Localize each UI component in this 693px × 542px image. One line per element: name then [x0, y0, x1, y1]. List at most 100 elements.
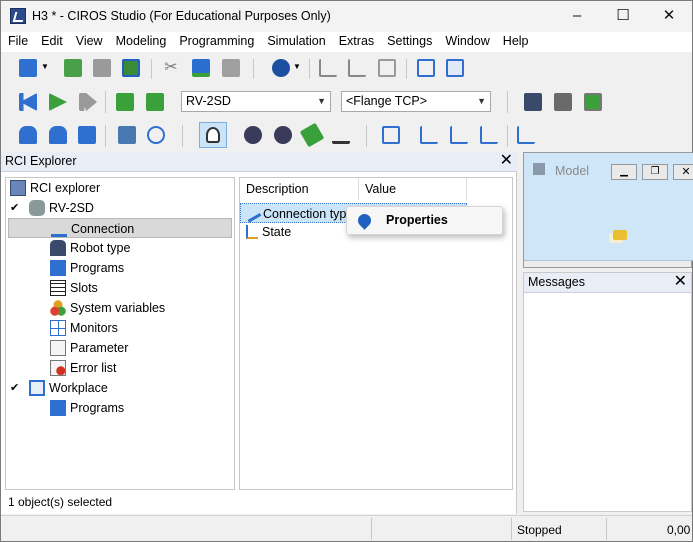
- messages-title: Messages: [528, 275, 585, 289]
- rci-tree: RCI explorer ✔ RV-2SD Connection Robot t…: [5, 177, 235, 490]
- tree-item-robot-type[interactable]: Robot type: [10, 238, 230, 258]
- close-button[interactable]: ✕: [646, 1, 692, 32]
- axis-3-icon[interactable]: [480, 126, 498, 144]
- menu-modeling[interactable]: Modeling: [109, 32, 173, 52]
- model-minimize-button[interactable]: ▁: [611, 164, 637, 180]
- rci-explorer-close-icon[interactable]: ✕: [500, 152, 513, 170]
- chevron-down-icon[interactable]: ✔: [10, 198, 19, 218]
- robot-select-value: RV-2SD: [186, 94, 231, 108]
- save-icon[interactable]: [93, 59, 111, 77]
- factory-icon[interactable]: [524, 93, 542, 111]
- parameter-icon: [50, 340, 66, 356]
- tree-item-monitors[interactable]: Monitors: [10, 318, 230, 338]
- menu-help[interactable]: Help: [496, 32, 535, 52]
- bug-icon[interactable]: [244, 126, 262, 144]
- monitors-icon: [50, 320, 66, 336]
- model-viewport: Model ▁ ❐ ✕: [524, 153, 693, 261]
- play-icon[interactable]: [49, 93, 67, 111]
- step-icon[interactable]: [79, 93, 97, 111]
- frame-icon[interactable]: [382, 126, 400, 144]
- axis-all-icon[interactable]: [517, 126, 535, 144]
- model-restore-button[interactable]: ❐: [642, 164, 668, 180]
- io-icon[interactable]: [332, 126, 350, 144]
- layout-icon[interactable]: [584, 93, 602, 111]
- diagnostics-icon[interactable]: [147, 126, 165, 144]
- model-icon: [533, 163, 545, 175]
- paste-icon[interactable]: [222, 59, 240, 77]
- robot-joint-icon[interactable]: [19, 126, 37, 144]
- remove-point-icon[interactable]: [146, 93, 164, 111]
- context-menu: Properties: [346, 206, 503, 235]
- messages-header: Messages ✕: [524, 273, 691, 293]
- cut-icon[interactable]: ✂: [162, 59, 180, 77]
- toolbar-separator: [507, 125, 508, 147]
- add-point-icon[interactable]: [116, 93, 134, 111]
- column-header-description[interactable]: Description: [240, 178, 359, 200]
- menu-item-properties[interactable]: Properties: [349, 209, 500, 232]
- axis-2-icon[interactable]: [450, 126, 468, 144]
- menu-simulation[interactable]: Simulation: [260, 32, 331, 52]
- tree-item-workplace-programs[interactable]: Programs: [10, 398, 230, 418]
- menu-view[interactable]: View: [69, 32, 109, 52]
- rci-explorer-title: RCI Explorer: [5, 154, 77, 168]
- rci-explorer-toggle[interactable]: [199, 122, 227, 148]
- toolbar-separator: [253, 59, 254, 79]
- menu-window[interactable]: Window: [438, 32, 495, 52]
- chevron-down-icon: ▼: [477, 96, 486, 106]
- tree-item-connection[interactable]: Connection: [8, 218, 232, 238]
- tree-item-programs[interactable]: Programs: [10, 258, 230, 278]
- status-separator: [511, 518, 512, 540]
- bug-step-icon[interactable]: [274, 126, 292, 144]
- plant-icon[interactable]: [554, 93, 572, 111]
- wrench-icon[interactable]: [299, 122, 325, 148]
- tcp-select[interactable]: <Flange TCP> ▼: [341, 91, 491, 112]
- tree-item-workplace[interactable]: ✔ Workplace: [10, 378, 230, 398]
- chart-icon[interactable]: [319, 59, 337, 77]
- robot-select[interactable]: RV-2SD ▼: [181, 91, 331, 112]
- model-close-button[interactable]: ✕: [673, 164, 693, 180]
- tree-item-robot[interactable]: ✔ RV-2SD: [10, 198, 230, 218]
- messages-close-icon[interactable]: ✕: [674, 273, 687, 291]
- maximize-button[interactable]: ☐: [600, 1, 646, 32]
- menu-extras[interactable]: Extras: [332, 32, 380, 52]
- connection-icon: [51, 221, 67, 237]
- tree-item-error-list[interactable]: Error list: [10, 358, 230, 378]
- open-icon[interactable]: [64, 59, 82, 77]
- operator-icon: [206, 127, 220, 143]
- tree-item-parameter[interactable]: Parameter: [10, 338, 230, 358]
- axis-1-icon[interactable]: [420, 126, 438, 144]
- globe-icon[interactable]: [272, 59, 290, 77]
- toolbar-simulation: RV-2SD ▼ <Flange TCP> ▼: [1, 87, 692, 117]
- toolbar-separator: [507, 91, 508, 113]
- new-dropdown-icon[interactable]: ▼: [41, 62, 49, 71]
- menu-edit[interactable]: Edit: [34, 32, 69, 52]
- tree-item-root[interactable]: RCI explorer: [10, 178, 230, 198]
- network-icon[interactable]: [417, 59, 435, 77]
- menu-file[interactable]: File: [1, 32, 34, 52]
- reset-icon[interactable]: [19, 93, 37, 111]
- teach-icon[interactable]: [118, 126, 136, 144]
- menu-bar: File Edit View Modeling Programming Simu…: [1, 32, 692, 52]
- hierarchy-icon[interactable]: [446, 59, 464, 77]
- chevron-down-icon[interactable]: ✔: [10, 378, 19, 398]
- toolbar-separator: [151, 59, 152, 79]
- menu-programming[interactable]: Programming: [172, 32, 260, 52]
- robot-icon: [29, 200, 45, 216]
- tree-item-system-variables[interactable]: System variables: [10, 298, 230, 318]
- column-header-value[interactable]: Value: [359, 178, 467, 200]
- menu-settings[interactable]: Settings: [380, 32, 438, 52]
- globe-dropdown-icon[interactable]: ▼: [293, 62, 301, 71]
- minimize-button[interactable]: –: [554, 1, 600, 32]
- new-icon[interactable]: [19, 59, 37, 77]
- tree-item-slots[interactable]: Slots: [10, 278, 230, 298]
- robot-model[interactable]: [613, 230, 627, 240]
- toolbar-robot: [1, 119, 692, 151]
- robot-move-icon[interactable]: [49, 126, 67, 144]
- state-icon: [246, 225, 258, 239]
- status-bar: Stopped 0,00: [1, 515, 692, 541]
- windows-icon[interactable]: [378, 59, 396, 77]
- robot-program-icon[interactable]: [78, 126, 96, 144]
- save-all-icon[interactable]: [122, 59, 140, 77]
- copy-icon[interactable]: [192, 59, 210, 77]
- graph-icon[interactable]: [348, 59, 366, 77]
